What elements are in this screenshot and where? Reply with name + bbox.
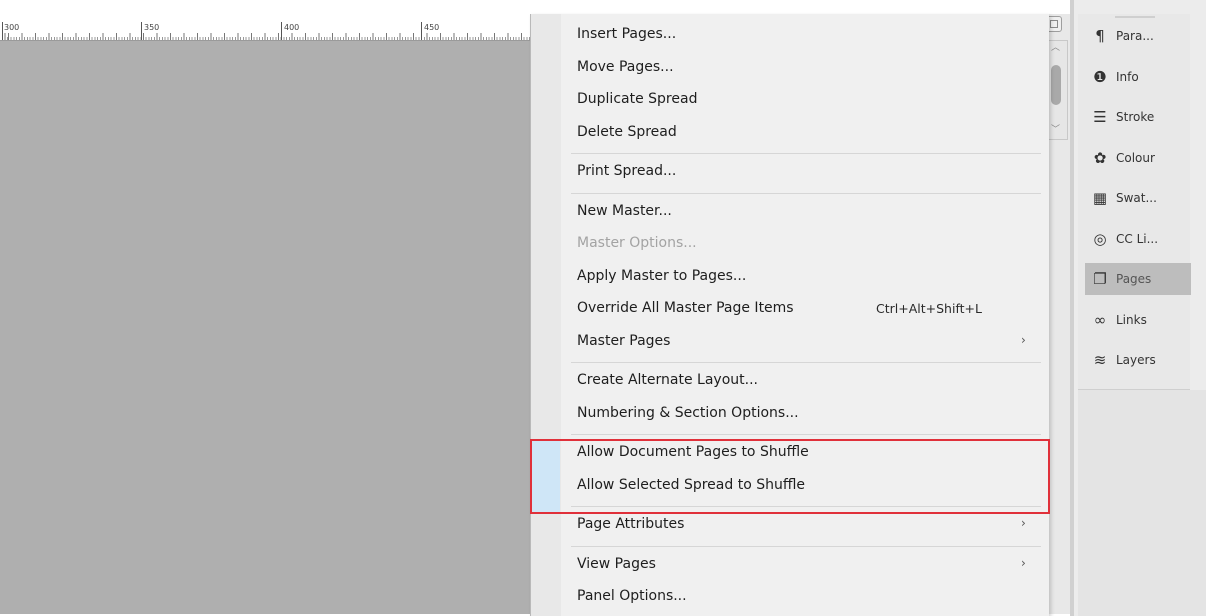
- scroll-down-icon[interactable]: ﹀: [1051, 125, 1060, 135]
- dock-item-layers[interactable]: ≋ Layers: [1085, 344, 1191, 376]
- dock-item-label: Links: [1116, 312, 1147, 327]
- menu-item-label: Insert Pages...: [577, 26, 677, 42]
- menu-item-label: Numbering & Section Options...: [577, 404, 799, 421]
- menu-item-label: Print Spread...: [577, 163, 677, 179]
- dock-item-label: Colour: [1116, 150, 1155, 165]
- menu-item-shortcut: Ctrl+Alt+Shift+L: [876, 301, 982, 316]
- dock-item-label: Swat...: [1116, 191, 1157, 205]
- menu-item-label: Delete Spread: [577, 123, 677, 140]
- dock-grip[interactable]: [1115, 16, 1155, 18]
- ruler-label: 450: [424, 23, 440, 32]
- menu-separator: [571, 362, 1041, 363]
- swatches-icon: ▦: [1092, 189, 1108, 207]
- panel-scrollbar[interactable]: ︿ ﹀: [1046, 40, 1068, 140]
- pages-panel-flyout-menu: Insert Pages... Move Pages... Duplicate Sp…: [530, 14, 1049, 616]
- menu-item-label: Override All Master Page Items: [577, 300, 794, 316]
- menu-item-label: Create Alternate Layout...: [577, 372, 758, 388]
- menu-item-move-pages[interactable]: Move Pages...: [531, 55, 1049, 81]
- ruler-label: 300: [4, 23, 20, 32]
- dock-item-info[interactable]: ❶ Info: [1085, 61, 1191, 93]
- menu-item-label: View Pages: [577, 555, 656, 572]
- menu-item-print-spread[interactable]: Print Spread...: [531, 159, 1049, 185]
- pasteboard[interactable]: [0, 22, 530, 614]
- cc-libraries-icon: ◎: [1093, 229, 1107, 248]
- colour-icon: ✿: [1093, 148, 1107, 167]
- ruler-major-tick: [281, 22, 282, 40]
- menu-item-create-alternate-layout[interactable]: Create Alternate Layout...: [531, 368, 1049, 394]
- dock-item-label: Info: [1116, 69, 1139, 84]
- menu-item-label: Move Pages...: [577, 58, 674, 75]
- menu-item-delete-spread[interactable]: Delete Spread: [531, 120, 1049, 146]
- links-icon: ∞: [1093, 310, 1107, 329]
- menu-item-duplicate-spread[interactable]: Duplicate Spread: [531, 87, 1049, 113]
- submenu-arrow-icon: ›: [1021, 332, 1026, 347]
- submenu-arrow-icon: ›: [1021, 516, 1026, 530]
- ruler-major-tick: [141, 22, 142, 40]
- ruler-label: 350: [144, 23, 160, 32]
- dock-empty-area: [1078, 390, 1206, 616]
- ruler-major-tick: [2, 22, 3, 40]
- menu-item-label: Page Attributes: [577, 516, 685, 532]
- ruler-ticks: [0, 33, 530, 40]
- pages-icon: ❐: [1093, 270, 1107, 288]
- dock-item-cc-libraries[interactable]: ◎ CC Li...: [1085, 223, 1191, 255]
- paragraph-icon: ¶: [1095, 27, 1105, 45]
- dock-item-label: Layers: [1116, 353, 1156, 367]
- menu-item-label: New Master...: [577, 202, 672, 219]
- menu-item-page-attributes[interactable]: Page Attributes ›: [531, 512, 1049, 538]
- dock-item-swatches[interactable]: ▦ Swat...: [1085, 182, 1191, 214]
- dock-item-paragraph[interactable]: ¶ Para...: [1085, 20, 1191, 52]
- layers-icon: ≋: [1093, 351, 1107, 369]
- highlight-box: [530, 439, 1050, 514]
- menu-item-apply-master-to-pages[interactable]: Apply Master to Pages...: [531, 264, 1049, 290]
- menu-item-label: Apply Master to Pages...: [577, 267, 747, 284]
- menu-item-label: Duplicate Spread: [577, 91, 698, 107]
- menu-separator: [571, 545, 1041, 547]
- menu-item-label: Master Options...: [577, 235, 697, 251]
- menu-item-panel-options[interactable]: Panel Options...: [531, 584, 1049, 610]
- indesign-workspace: 300 350 400 450 ︿ ﹀ Insert Pages... Move …: [0, 0, 1206, 616]
- scroll-up-icon[interactable]: ︿: [1051, 43, 1060, 53]
- info-icon: ❶: [1093, 67, 1107, 86]
- dock-item-label: Pages: [1116, 272, 1152, 286]
- menu-separator: [571, 434, 1041, 435]
- menu-item-numbering-section-options[interactable]: Numbering & Section Options...: [531, 401, 1049, 427]
- ruler-label: 400: [284, 23, 300, 32]
- submenu-arrow-icon: ›: [1021, 555, 1026, 570]
- menu-item-new-master[interactable]: New Master...: [531, 199, 1049, 225]
- menu-item-master-options: Master Options...: [531, 231, 1049, 257]
- dock-item-colour[interactable]: ✿ Colour: [1085, 142, 1191, 174]
- stroke-icon: ☰: [1093, 108, 1107, 126]
- menu-separator: [571, 192, 1041, 194]
- dock-item-label: CC Li...: [1116, 231, 1159, 246]
- menu-item-insert-pages[interactable]: Insert Pages...: [531, 22, 1049, 48]
- scrollbar-thumb[interactable]: [1051, 65, 1061, 105]
- menu-item-view-pages[interactable]: View Pages ›: [531, 552, 1049, 578]
- menu-item-override-all-master-page-items[interactable]: Override All Master Page Items Ctrl+Alt+S…: [531, 296, 1049, 322]
- menu-separator: [571, 153, 1041, 154]
- dock-item-stroke[interactable]: ☰ Stroke: [1085, 101, 1191, 133]
- dock-item-pages[interactable]: ❐ Pages: [1085, 263, 1191, 295]
- menu-item-master-pages[interactable]: Master Pages ›: [531, 329, 1049, 355]
- dock-item-label: Stroke: [1116, 110, 1155, 124]
- horizontal-ruler[interactable]: 300 350 400 450: [0, 22, 530, 41]
- dock-item-label: Para...: [1116, 29, 1154, 43]
- menu-item-label: Panel Options...: [577, 588, 687, 604]
- ruler-major-tick: [421, 22, 422, 40]
- menu-item-label: Master Pages: [577, 332, 671, 349]
- dock-item-links[interactable]: ∞ Links: [1085, 304, 1191, 336]
